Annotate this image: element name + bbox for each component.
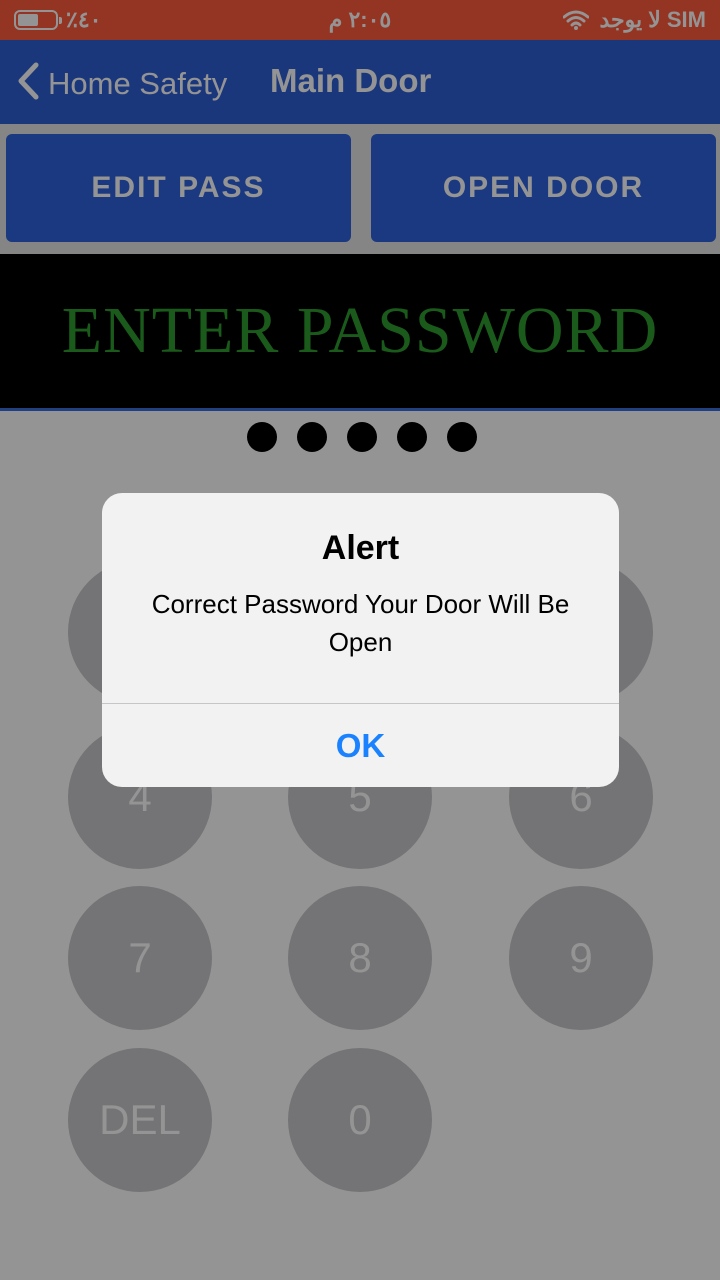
alert-title: Alert [321, 529, 400, 567]
alert-message: Correct Password Your Door Will Be Open [151, 589, 570, 657]
alert-dialog: Alert Correct Password Your Door Will Be… [102, 493, 619, 787]
alert-ok-button[interactable]: OK [102, 704, 619, 787]
